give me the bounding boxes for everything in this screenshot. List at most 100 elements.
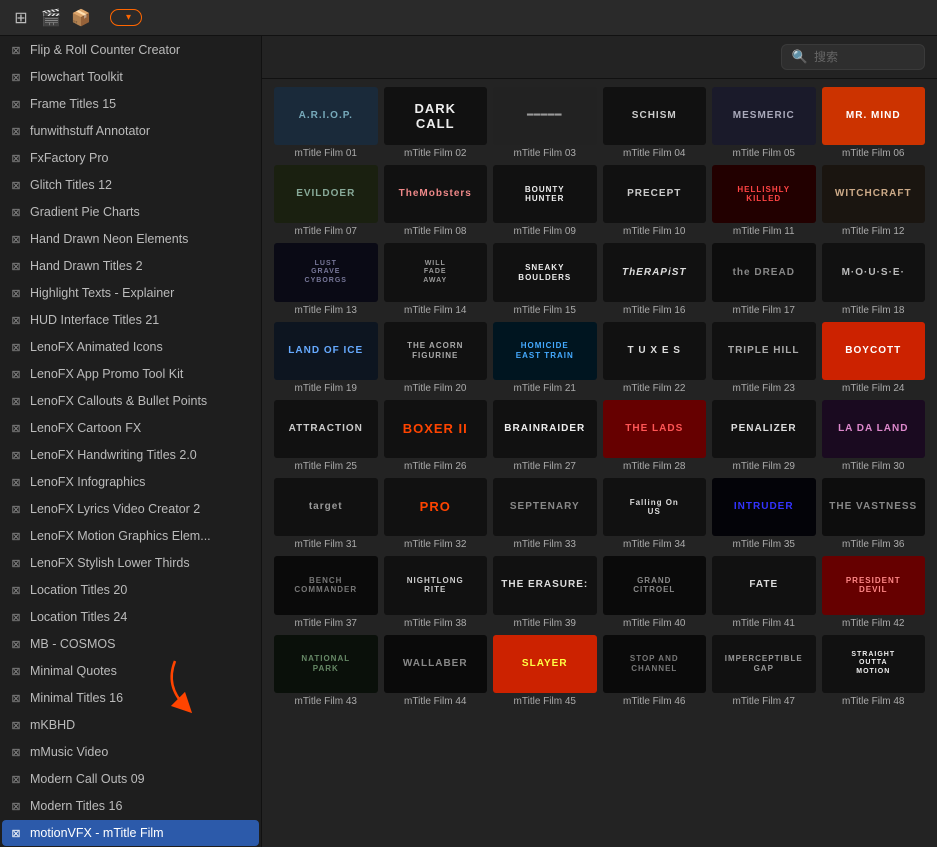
grid-item-36[interactable]: BENCHCOMMANDER mTitle Film 37: [274, 556, 378, 628]
sidebar-item-14[interactable]: ⊠ LenoFX Cartoon FX: [2, 415, 259, 441]
grid-item-40[interactable]: FATE mTitle Film 41: [712, 556, 816, 628]
sidebar-item-3[interactable]: ⊠ funwithstuff Annotator: [2, 118, 259, 144]
sidebar-item-28[interactable]: ⊠ Modern Titles 16: [2, 793, 259, 819]
grid-item-37[interactable]: NIGHTLONGRITE mTitle Film 38: [384, 556, 488, 628]
sidebar-item-19[interactable]: ⊠ LenoFX Stylish Lower Thirds: [2, 550, 259, 576]
grid-label-34: mTitle Film 35: [712, 539, 816, 550]
grid-item-2[interactable]: ━━━━━ mTitle Film 03: [493, 87, 597, 159]
box-icon[interactable]: 📦: [70, 7, 92, 29]
sidebar-item-16[interactable]: ⊠ LenoFX Infographics: [2, 469, 259, 495]
grid-item-1[interactable]: DARKCALL mTitle Film 02: [384, 87, 488, 159]
grid-label-37: mTitle Film 38: [384, 618, 488, 629]
grid-item-10[interactable]: HELLISHLYKILLED mTitle Film 11: [712, 165, 816, 237]
sidebar-item-icon-1: ⊠: [8, 69, 24, 85]
grid-item-15[interactable]: ThERAPiST mTitle Film 16: [603, 243, 707, 315]
grid-item-12[interactable]: LUSTGRAVECYBORGS mTitle Film 13: [274, 243, 378, 315]
sidebar-item-icon-4: ⊠: [8, 150, 24, 166]
sidebar-item-15[interactable]: ⊠ LenoFX Handwriting Titles 2.0: [2, 442, 259, 468]
grid-item-42[interactable]: NATIONALPARK mTitle Film 43: [274, 635, 378, 707]
grid-item-0[interactable]: A.R.I.O.P. mTitle Film 01: [274, 87, 378, 159]
grid-item-38[interactable]: THE ERASURE: mTitle Film 39: [493, 556, 597, 628]
grid-item-17[interactable]: M·O·U·S·E· mTitle Film 18: [822, 243, 926, 315]
grid-item-6[interactable]: EVILDOER mTitle Film 07: [274, 165, 378, 237]
sidebar-item-icon-21: ⊠: [8, 609, 24, 625]
grid-item-19[interactable]: THE ACORNFIGURINE mTitle Film 20: [384, 322, 488, 394]
sidebar-item-22[interactable]: ⊠ MB - COSMOS: [2, 631, 259, 657]
grid-item-43[interactable]: WALLABER mTitle Film 44: [384, 635, 488, 707]
sidebar-item-8[interactable]: ⊠ Hand Drawn Titles 2: [2, 253, 259, 279]
sidebar-item-23[interactable]: ⊠ Minimal Quotes: [2, 658, 259, 684]
sidebar-item-26[interactable]: ⊠ mMusic Video: [2, 739, 259, 765]
sidebar-item-27[interactable]: ⊠ Modern Call Outs 09: [2, 766, 259, 792]
sidebar-item-7[interactable]: ⊠ Hand Drawn Neon Elements: [2, 226, 259, 252]
thumb-33: Falling OnUS: [603, 478, 707, 536]
grid-item-13[interactable]: WILLFADEAWAY mTitle Film 14: [384, 243, 488, 315]
grid-item-35[interactable]: THE VASTNESS mTitle Film 36: [822, 478, 926, 550]
thumb-35: THE VASTNESS: [822, 478, 926, 536]
grid-item-26[interactable]: BRAINRAIDER mTitle Film 27: [493, 400, 597, 472]
sidebar-item-icon-23: ⊠: [8, 663, 24, 679]
grid-item-18[interactable]: LAND OF ICE mTitle Film 19: [274, 322, 378, 394]
sidebar-item-1[interactable]: ⊠ Flowchart Toolkit: [2, 64, 259, 90]
sidebar-item-21[interactable]: ⊠ Location Titles 24: [2, 604, 259, 630]
grid-item-25[interactable]: BOXER II mTitle Film 26: [384, 400, 488, 472]
thumb-14: SNEAKYBOULDERS: [493, 243, 597, 301]
grid-item-9[interactable]: PRECEPT mTitle Film 10: [603, 165, 707, 237]
grid-item-46[interactable]: IMPERCEPTIBLEGAP mTitle Film 47: [712, 635, 816, 707]
grid-item-29[interactable]: LA DA LAND mTitle Film 30: [822, 400, 926, 472]
grid-item-20[interactable]: HOMICIDEEAST TRAIN mTitle Film 21: [493, 322, 597, 394]
grid-item-23[interactable]: BOYCOTT mTitle Film 24: [822, 322, 926, 394]
sidebar-item-icon-9: ⊠: [8, 285, 24, 301]
grid-item-31[interactable]: PRO mTitle Film 32: [384, 478, 488, 550]
grid-label-46: mTitle Film 47: [712, 696, 816, 707]
grid-item-16[interactable]: the DREAD mTitle Film 17: [712, 243, 816, 315]
grid-item-47[interactable]: STRAIGHTOUTTAMOTION mTitle Film 48: [822, 635, 926, 707]
grid-item-41[interactable]: PRESIDENTDEVIL mTitle Film 42: [822, 556, 926, 628]
thumb-7: TheMobsters: [384, 165, 488, 223]
grid-item-8[interactable]: BOUNTYHUNTER mTitle Film 09: [493, 165, 597, 237]
grid-item-27[interactable]: THE LADS mTitle Film 28: [603, 400, 707, 472]
grid-item-24[interactable]: ATTRACTION mTitle Film 25: [274, 400, 378, 472]
search-box[interactable]: 🔍: [781, 44, 925, 70]
sidebar-item-10[interactable]: ⊠ HUD Interface Titles 21: [2, 307, 259, 333]
sidebar-item-24[interactable]: ⊠ Minimal Titles 16: [2, 685, 259, 711]
grid-item-34[interactable]: INTRUDER mTitle Film 35: [712, 478, 816, 550]
grid-item-44[interactable]: SLAYER mTitle Film 45: [493, 635, 597, 707]
sidebar-item-0[interactable]: ⊠ Flip & Roll Counter Creator: [2, 37, 259, 63]
sidebar-item-25[interactable]: ⊠ mKBHD: [2, 712, 259, 738]
sidebar-item-4[interactable]: ⊠ FxFactory Pro: [2, 145, 259, 171]
grid-item-4[interactable]: MESMERIC mTitle Film 05: [712, 87, 816, 159]
grid-item-32[interactable]: SEPTENARY mTitle Film 33: [493, 478, 597, 550]
grid-label-22: mTitle Film 23: [712, 383, 816, 394]
grid-item-11[interactable]: WITCHCRAFT mTitle Film 12: [822, 165, 926, 237]
sidebar-item-6[interactable]: ⊠ Gradient Pie Charts: [2, 199, 259, 225]
sidebar-item-29[interactable]: ⊠ motionVFX - mTitle Film: [2, 820, 259, 846]
sidebar-item-12[interactable]: ⊠ LenoFX App Promo Tool Kit: [2, 361, 259, 387]
sidebar-item-17[interactable]: ⊠ LenoFX Lyrics Video Creator 2: [2, 496, 259, 522]
grid-item-33[interactable]: Falling OnUS mTitle Film 34: [603, 478, 707, 550]
thumb-30: target: [274, 478, 378, 536]
sidebar-item-2[interactable]: ⊠ Frame Titles 15: [2, 91, 259, 117]
search-input[interactable]: [814, 50, 914, 64]
grid-item-30[interactable]: target mTitle Film 31: [274, 478, 378, 550]
grid-icon[interactable]: ⊞: [10, 7, 32, 29]
grid-item-22[interactable]: TRIPLE HILL mTitle Film 23: [712, 322, 816, 394]
grid-label-20: mTitle Film 21: [493, 383, 597, 394]
grid-item-5[interactable]: MR. MIND mTitle Film 06: [822, 87, 926, 159]
grid-item-39[interactable]: GRANDCITROEL mTitle Film 40: [603, 556, 707, 628]
installed-subtitles-badge[interactable]: ▾: [110, 9, 142, 26]
sidebar-item-5[interactable]: ⊠ Glitch Titles 12: [2, 172, 259, 198]
grid-item-21[interactable]: T U X E S mTitle Film 22: [603, 322, 707, 394]
sidebar-item-18[interactable]: ⊠ LenoFX Motion Graphics Elem...: [2, 523, 259, 549]
search-icon: 🔍: [792, 49, 808, 65]
sidebar-item-11[interactable]: ⊠ LenoFX Animated Icons: [2, 334, 259, 360]
sidebar-item-20[interactable]: ⊠ Location Titles 20: [2, 577, 259, 603]
grid-item-7[interactable]: TheMobsters mTitle Film 08: [384, 165, 488, 237]
sidebar-item-9[interactable]: ⊠ Highlight Texts - Explainer: [2, 280, 259, 306]
grid-item-3[interactable]: SCHISM mTitle Film 04: [603, 87, 707, 159]
grid-item-28[interactable]: PENALIZER mTitle Film 29: [712, 400, 816, 472]
film-icon[interactable]: 🎬: [40, 7, 62, 29]
sidebar-item-13[interactable]: ⊠ LenoFX Callouts & Bullet Points: [2, 388, 259, 414]
grid-item-45[interactable]: STOP ANDCHANNEL mTitle Film 46: [603, 635, 707, 707]
grid-item-14[interactable]: SNEAKYBOULDERS mTitle Film 15: [493, 243, 597, 315]
